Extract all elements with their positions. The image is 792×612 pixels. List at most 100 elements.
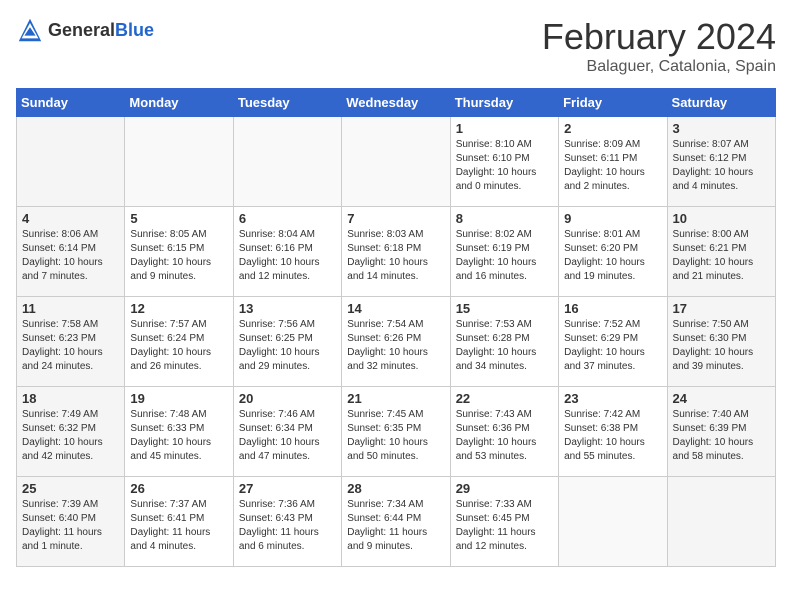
day-info: Sunrise: 8:06 AM Sunset: 6:14 PM Dayligh… [22,228,119,284]
day-cell [125,117,233,207]
day-cell: 12Sunrise: 7:57 AM Sunset: 6:24 PM Dayli… [125,297,233,387]
week-row-5: 25 Sunrise: 7:39 AM Sunset: 6:40 PM Dayli… [17,477,776,567]
day-info: Sunrise: 7:46 AM Sunset: 6:34 PM Dayligh… [239,408,336,464]
day-cell: 19 Sunrise: 7:48 AM Sunset: 6:33 PM Dayli… [125,387,233,477]
day-cell: 8Sunrise: 8:02 AM Sunset: 6:19 PM Daylig… [450,207,558,297]
weekday-header-sunday: Sunday [17,89,125,117]
day-number: 7 [347,211,444,226]
day-number: 2 [564,121,661,136]
day-number: 17 [673,301,770,316]
day-cell: 21Sunrise: 7:45 AM Sunset: 6:35 PM Dayli… [342,387,450,477]
day-number: 25 [22,481,119,496]
day-number: 14 [347,301,444,316]
day-cell: 18Sunrise: 7:49 AM Sunset: 6:32 PM Dayli… [17,387,125,477]
day-cell: 27 Sunrise: 7:36 AM Sunset: 6:43 PM Dayli… [233,477,341,567]
day-number: 11 [22,301,119,316]
day-cell: 15Sunrise: 7:53 AM Sunset: 6:28 PM Dayli… [450,297,558,387]
logo-general: General [48,20,115,40]
day-number: 3 [673,121,770,136]
day-info: Sunrise: 7:48 AM Sunset: 6:33 PM Dayligh… [130,408,227,464]
day-number: 6 [239,211,336,226]
weekday-header-monday: Monday [125,89,233,117]
day-number: 23 [564,391,661,406]
day-cell: 20 Sunrise: 7:46 AM Sunset: 6:34 PM Dayli… [233,387,341,477]
day-info: Sunrise: 8:07 AM Sunset: 6:12 PM Dayligh… [673,138,770,194]
day-cell [342,117,450,207]
day-info: Sunrise: 8:09 AM Sunset: 6:11 PM Dayligh… [564,138,661,194]
day-number: 26 [130,481,227,496]
week-row-4: 18Sunrise: 7:49 AM Sunset: 6:32 PM Dayli… [17,387,776,477]
week-row-2: 4 Sunrise: 8:06 AM Sunset: 6:14 PM Daylig… [17,207,776,297]
day-info: Sunrise: 8:05 AM Sunset: 6:15 PM Dayligh… [130,228,227,284]
logo: GeneralBlue [16,16,154,44]
day-cell [233,117,341,207]
day-number: 21 [347,391,444,406]
day-info: Sunrise: 7:58 AM Sunset: 6:23 PM Dayligh… [22,318,119,374]
title-area: February 2024 Balaguer, Catalonia, Spain [542,16,776,76]
day-number: 8 [456,211,553,226]
day-cell: 10 Sunrise: 8:00 AM Sunset: 6:21 PM Dayli… [667,207,775,297]
day-cell: 9 Sunrise: 8:01 AM Sunset: 6:20 PM Daylig… [559,207,667,297]
calendar-table: SundayMondayTuesdayWednesdayThursdayFrid… [16,88,776,567]
logo-icon [16,16,44,44]
day-info: Sunrise: 7:40 AM Sunset: 6:39 PM Dayligh… [673,408,770,464]
day-number: 13 [239,301,336,316]
weekday-header-tuesday: Tuesday [233,89,341,117]
day-cell: 23 Sunrise: 7:42 AM Sunset: 6:38 PM Dayli… [559,387,667,477]
day-number: 16 [564,301,661,316]
day-number: 4 [22,211,119,226]
day-cell: 5 Sunrise: 8:05 AM Sunset: 6:15 PM Daylig… [125,207,233,297]
day-number: 29 [456,481,553,496]
weekday-header-thursday: Thursday [450,89,558,117]
day-info: Sunrise: 7:54 AM Sunset: 6:26 PM Dayligh… [347,318,444,374]
day-cell: 16 Sunrise: 7:52 AM Sunset: 6:29 PM Dayli… [559,297,667,387]
day-number: 28 [347,481,444,496]
day-info: Sunrise: 8:10 AM Sunset: 6:10 PM Dayligh… [456,138,553,194]
day-cell [559,477,667,567]
day-info: Sunrise: 7:49 AM Sunset: 6:32 PM Dayligh… [22,408,119,464]
weekday-header-wednesday: Wednesday [342,89,450,117]
day-info: Sunrise: 7:34 AM Sunset: 6:44 PM Dayligh… [347,498,444,554]
weekday-header-friday: Friday [559,89,667,117]
calendar-title: February 2024 [542,16,776,58]
day-info: Sunrise: 8:01 AM Sunset: 6:20 PM Dayligh… [564,228,661,284]
day-number: 5 [130,211,227,226]
day-number: 10 [673,211,770,226]
weekday-header-row: SundayMondayTuesdayWednesdayThursdayFrid… [17,89,776,117]
day-info: Sunrise: 7:33 AM Sunset: 6:45 PM Dayligh… [456,498,553,554]
day-cell: 7 Sunrise: 8:03 AM Sunset: 6:18 PM Daylig… [342,207,450,297]
day-info: Sunrise: 7:52 AM Sunset: 6:29 PM Dayligh… [564,318,661,374]
day-cell: 1 Sunrise: 8:10 AM Sunset: 6:10 PM Daylig… [450,117,558,207]
day-cell [667,477,775,567]
day-info: Sunrise: 7:43 AM Sunset: 6:36 PM Dayligh… [456,408,553,464]
day-cell [17,117,125,207]
day-info: Sunrise: 7:42 AM Sunset: 6:38 PM Dayligh… [564,408,661,464]
day-info: Sunrise: 8:03 AM Sunset: 6:18 PM Dayligh… [347,228,444,284]
day-info: Sunrise: 7:36 AM Sunset: 6:43 PM Dayligh… [239,498,336,554]
day-number: 24 [673,391,770,406]
day-number: 15 [456,301,553,316]
day-cell: 22 Sunrise: 7:43 AM Sunset: 6:36 PM Dayli… [450,387,558,477]
day-info: Sunrise: 7:57 AM Sunset: 6:24 PM Dayligh… [130,318,227,374]
day-cell: 24 Sunrise: 7:40 AM Sunset: 6:39 PM Dayli… [667,387,775,477]
day-cell: 28 Sunrise: 7:34 AM Sunset: 6:44 PM Dayli… [342,477,450,567]
day-info: Sunrise: 7:39 AM Sunset: 6:40 PM Dayligh… [22,498,119,554]
day-info: Sunrise: 7:50 AM Sunset: 6:30 PM Dayligh… [673,318,770,374]
day-number: 1 [456,121,553,136]
day-number: 19 [130,391,227,406]
day-cell: 13Sunrise: 7:56 AM Sunset: 6:25 PM Dayli… [233,297,341,387]
day-cell: 2 Sunrise: 8:09 AM Sunset: 6:11 PM Daylig… [559,117,667,207]
day-info: Sunrise: 8:00 AM Sunset: 6:21 PM Dayligh… [673,228,770,284]
day-number: 27 [239,481,336,496]
week-row-3: 11 Sunrise: 7:58 AM Sunset: 6:23 PM Dayli… [17,297,776,387]
day-number: 9 [564,211,661,226]
day-cell: 17 Sunrise: 7:50 AM Sunset: 6:30 PM Dayli… [667,297,775,387]
day-info: Sunrise: 8:04 AM Sunset: 6:16 PM Dayligh… [239,228,336,284]
day-info: Sunrise: 7:37 AM Sunset: 6:41 PM Dayligh… [130,498,227,554]
logo-blue: Blue [115,20,154,40]
header: GeneralBlue February 2024 Balaguer, Cata… [16,16,776,76]
day-cell: 3 Sunrise: 8:07 AM Sunset: 6:12 PM Daylig… [667,117,775,207]
day-number: 20 [239,391,336,406]
day-cell: 29 Sunrise: 7:33 AM Sunset: 6:45 PM Dayli… [450,477,558,567]
day-number: 22 [456,391,553,406]
